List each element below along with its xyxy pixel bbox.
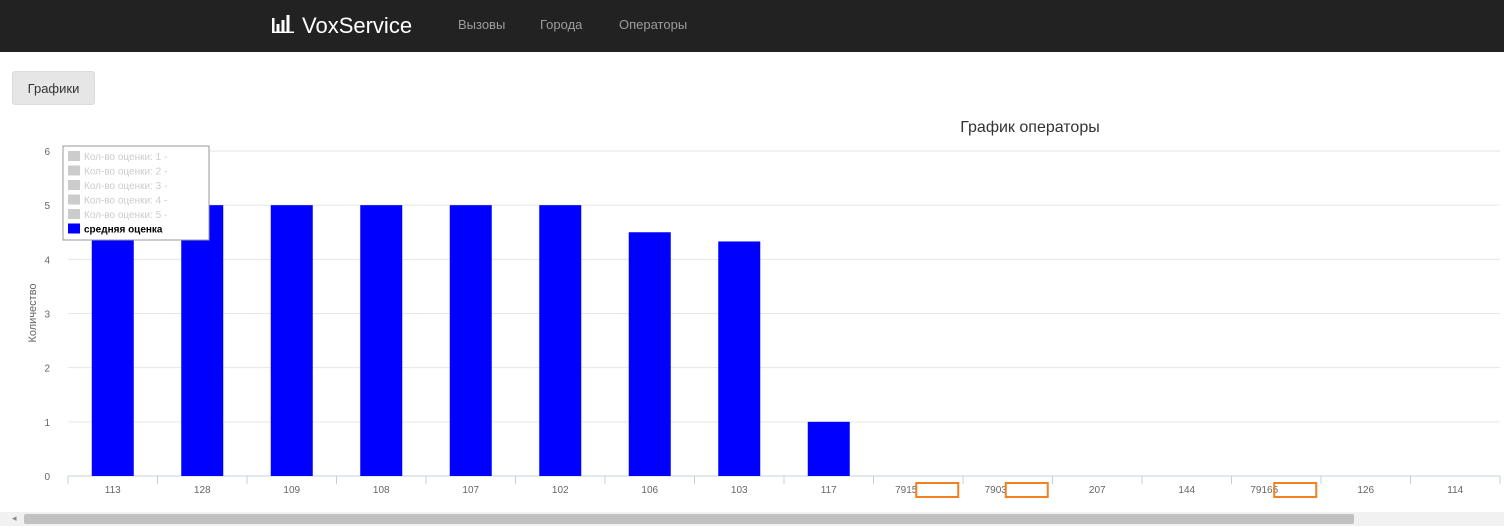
bar-107 — [449, 205, 492, 476]
legend-swatch — [68, 165, 80, 176]
x-tick-label: 128 — [194, 485, 211, 496]
x-tick-label: 106 — [641, 485, 658, 496]
x-tick-label: 7915 — [895, 485, 918, 496]
x-tick-label: 107 — [462, 485, 479, 496]
legend-swatch — [68, 209, 80, 219]
highlight-box — [1273, 482, 1318, 498]
chart-legend: Кол-во оценки: 1 - Кол-во оценки: 2 - Кол-… — [62, 145, 210, 241]
bar-109 — [270, 205, 313, 476]
nav-link-cities[interactable]: Города — [540, 17, 582, 32]
x-tick-label: 126 — [1357, 485, 1374, 496]
y-tick-label: 6 — [44, 147, 50, 158]
x-tick-label: 114 — [1447, 485, 1463, 496]
highlight-box — [1004, 482, 1049, 498]
bar-108 — [360, 205, 403, 476]
horizontal-scrollbar[interactable]: ◂ — [0, 512, 1504, 526]
top-navbar: VoxService Вызовы Города Операторы — [0, 0, 1504, 52]
legend-entry: Кол-во оценки: 4 - — [84, 196, 167, 207]
operators-chart: 113 128 109 108 107 102 106 103 117 7915 7903 207 14… — [27, 119, 1501, 498]
nav-link-operators[interactable]: Операторы — [619, 17, 687, 32]
y-tick-label: 2 — [44, 364, 50, 375]
x-tick-label: 7903 — [985, 485, 1008, 496]
charts-button[interactable]: Графики — [12, 71, 95, 105]
scroll-left-arrow-icon[interactable]: ◂ — [12, 513, 17, 524]
bar-128 — [181, 205, 224, 476]
x-tick-label: 109 — [283, 485, 300, 496]
scrollbar-thumb[interactable] — [24, 514, 1354, 524]
bar-113 — [91, 205, 134, 476]
bar-chart-icon — [272, 13, 294, 39]
x-tick-label: 207 — [1089, 485, 1106, 496]
y-tick-label: 5 — [44, 201, 50, 212]
x-tick-label: 117 — [821, 485, 837, 496]
y-tick-label: 4 — [44, 255, 50, 266]
legend-entry: Кол-во оценки: 2 - — [84, 167, 167, 178]
x-tick-label: 103 — [731, 485, 748, 496]
legend-entry: Кол-во оценки: 3 - — [84, 181, 167, 192]
legend-swatch — [68, 151, 80, 161]
legend-entry: Кол-во оценки: 5 - — [84, 210, 167, 221]
highlight-box — [915, 482, 960, 498]
bar-102 — [539, 205, 582, 476]
brand-name: VoxService — [302, 13, 413, 38]
legend-swatch — [68, 180, 80, 190]
legend-swatch — [68, 223, 80, 234]
y-tick-label: 1 — [44, 418, 50, 429]
x-tick-label: 144 — [1178, 485, 1195, 496]
legend-swatch — [68, 194, 80, 205]
y-axis-label: Количество — [27, 283, 39, 342]
x-tick-label: 102 — [552, 485, 569, 496]
x-tick-label: 113 — [105, 485, 121, 496]
bar-117 — [807, 421, 850, 476]
brand-link[interactable]: VoxService — [272, 10, 412, 42]
chart-title: График операторы — [960, 119, 1099, 136]
bar-103 — [718, 241, 761, 476]
y-tick-label: 3 — [44, 310, 50, 321]
nav-link-calls[interactable]: Вызовы — [458, 17, 505, 32]
x-tick-label: 108 — [373, 485, 390, 496]
legend-entry: средняя оценка — [84, 225, 163, 236]
bar-106 — [628, 232, 671, 476]
y-tick-label: 0 — [44, 472, 50, 483]
legend-entry: Кол-во оценки: 1 - — [84, 152, 167, 163]
